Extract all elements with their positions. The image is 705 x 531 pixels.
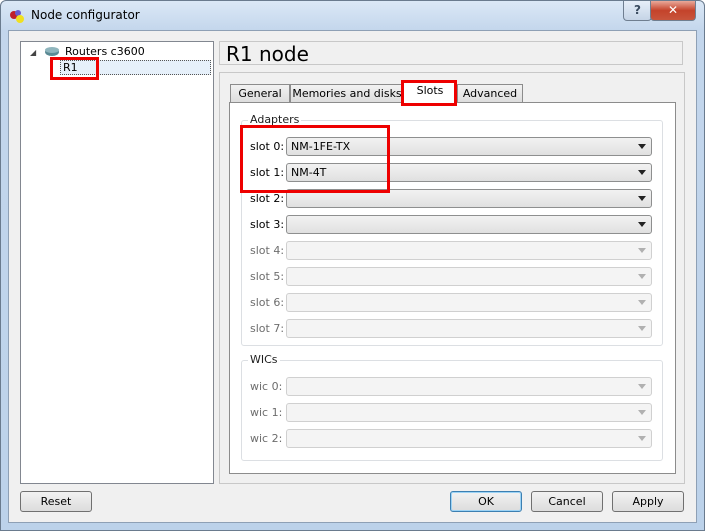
slot-3-label: slot 3: xyxy=(250,218,285,231)
slot-7-select xyxy=(286,319,652,338)
highlight-box-r1 xyxy=(50,57,99,80)
slot-6-label: slot 6: xyxy=(250,296,285,309)
node-tree[interactable]: ◢ Routers c3600 R1 xyxy=(20,41,214,484)
app-icon xyxy=(10,10,24,23)
wic-1-label: wic 1: xyxy=(250,406,283,419)
reset-button[interactable]: Reset xyxy=(20,491,92,512)
dropdown-arrow-icon xyxy=(638,274,646,279)
slot-2-label: slot 2: xyxy=(250,192,285,205)
page-title: R1 node xyxy=(219,41,683,66)
dropdown-arrow-icon xyxy=(638,436,646,441)
dropdown-arrow-icon xyxy=(638,144,646,149)
highlight-box-slot-0-1 xyxy=(240,125,390,193)
tab-memories-and-disks[interactable]: Memories and disks xyxy=(290,84,404,103)
dropdown-arrow-icon xyxy=(638,222,646,227)
dropdown-arrow-icon xyxy=(638,248,646,253)
wics-group-title: WICs xyxy=(248,353,280,366)
ok-button[interactable]: OK xyxy=(450,491,522,512)
wic-2-label: wic 2: xyxy=(250,432,283,445)
slot-3-select[interactable] xyxy=(286,215,652,234)
highlight-box-slots-tab xyxy=(401,80,457,106)
cancel-button[interactable]: Cancel xyxy=(531,491,603,512)
dropdown-arrow-icon xyxy=(638,170,646,175)
slot-4-label: slot 4: xyxy=(250,244,285,257)
dropdown-arrow-icon xyxy=(638,384,646,389)
dropdown-arrow-icon xyxy=(638,300,646,305)
dropdown-arrow-icon xyxy=(638,326,646,331)
tab-advanced[interactable]: Advanced xyxy=(457,84,523,103)
collapse-arrow-icon[interactable]: ◢ xyxy=(30,48,36,57)
dropdown-arrow-icon xyxy=(638,196,646,201)
tab-general[interactable]: General xyxy=(230,84,290,103)
close-button[interactable]: ✕ xyxy=(650,1,696,21)
wic-2-select xyxy=(286,429,652,448)
wic-1-select xyxy=(286,403,652,422)
slot-4-select xyxy=(286,241,652,260)
slot-7-label: slot 7: xyxy=(250,322,285,335)
dropdown-arrow-icon xyxy=(638,410,646,415)
help-button[interactable]: ? xyxy=(623,1,652,21)
slot-5-select xyxy=(286,267,652,286)
router-icon xyxy=(45,47,59,56)
slot-6-select xyxy=(286,293,652,312)
wic-0-select xyxy=(286,377,652,396)
apply-button[interactable]: Apply xyxy=(612,491,684,512)
wic-0-label: wic 0: xyxy=(250,380,283,393)
window-title: Node configurator xyxy=(31,8,140,22)
slot-5-label: slot 5: xyxy=(250,270,285,283)
